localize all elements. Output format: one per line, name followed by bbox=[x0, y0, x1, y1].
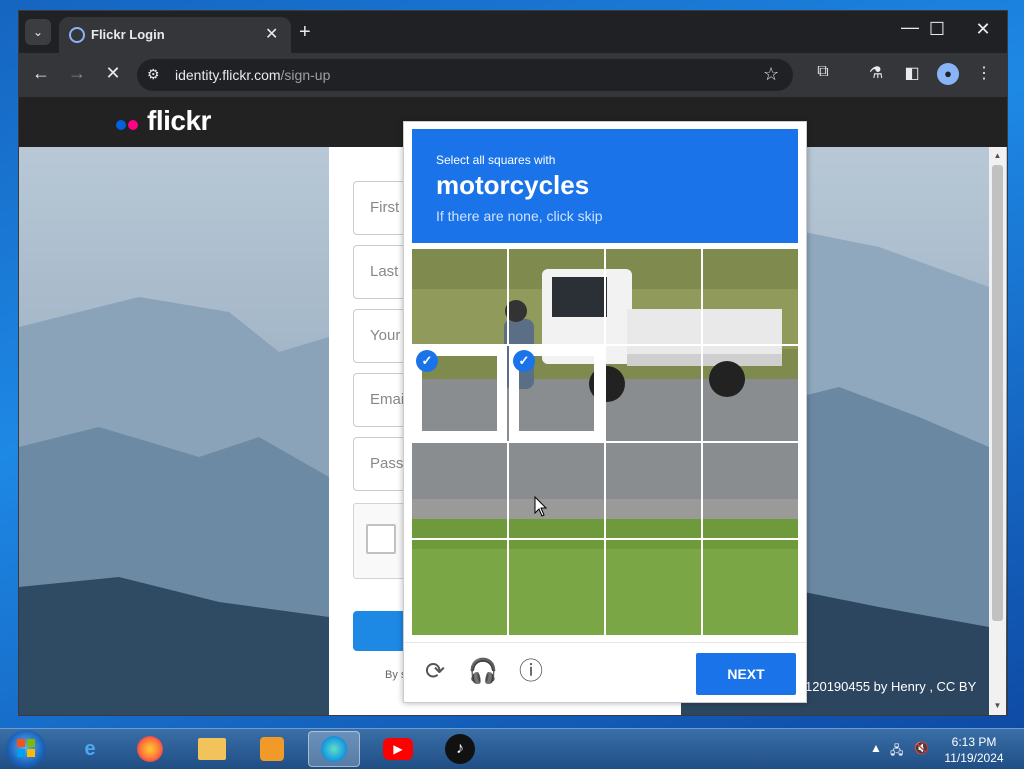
volume-muted-icon[interactable]: 🔇 bbox=[914, 741, 929, 755]
selected-check-icon: ✓ bbox=[513, 350, 535, 372]
captcha-tile[interactable] bbox=[509, 249, 604, 344]
address-bar[interactable]: ⚙ identity.flickr.com/sign-up ☆ bbox=[137, 59, 793, 91]
media-player-icon[interactable] bbox=[246, 731, 298, 767]
url-text[interactable]: identity.flickr.com/sign-up bbox=[175, 67, 330, 83]
minimize-icon[interactable]: — bbox=[895, 17, 925, 38]
system-clock[interactable]: 6:13 PM 11/19/2024 bbox=[940, 734, 1008, 766]
tab-title: Flickr Login bbox=[91, 27, 165, 42]
captcha-tile[interactable] bbox=[606, 540, 701, 635]
scrollbar-thumb[interactable] bbox=[992, 165, 1003, 621]
side-panel-icon[interactable]: ◧ bbox=[901, 63, 923, 83]
show-hidden-icons[interactable]: ▲ bbox=[870, 741, 882, 755]
last-name-placeholder: Last bbox=[370, 263, 399, 280]
clock-date: 11/19/2024 bbox=[944, 751, 1004, 765]
captcha-tile[interactable] bbox=[703, 443, 798, 538]
captcha-tile[interactable] bbox=[606, 346, 701, 441]
recaptcha-checkbox[interactable] bbox=[366, 524, 396, 554]
info-icon[interactable]: ⓘ bbox=[516, 657, 546, 687]
captcha-tile[interactable] bbox=[703, 249, 798, 344]
email-placeholder: Email bbox=[370, 391, 408, 408]
audio-headphones-icon[interactable]: 🎧 bbox=[468, 657, 498, 687]
captcha-tile[interactable] bbox=[606, 249, 701, 344]
stop-loading-icon[interactable]: ✕ bbox=[101, 63, 125, 84]
captcha-tile[interactable] bbox=[509, 540, 604, 635]
captcha-header: Select all squares with motorcycles If t… bbox=[412, 129, 798, 243]
pink-dot-icon bbox=[128, 120, 138, 130]
captcha-tile[interactable] bbox=[703, 540, 798, 635]
start-button[interactable] bbox=[6, 730, 46, 768]
captcha-hint: If there are none, click skip bbox=[436, 208, 603, 224]
captcha-footer: ⟳ 🎧 ⓘ NEXT bbox=[404, 642, 806, 703]
captcha-instruction: Select all squares with bbox=[436, 153, 556, 167]
scroll-down-icon[interactable]: ▼ bbox=[989, 701, 1006, 710]
tab-close-icon[interactable]: ✕ bbox=[265, 24, 278, 44]
tab-flickr-login[interactable]: Flickr Login ✕ bbox=[59, 17, 291, 53]
windows-logo-icon bbox=[17, 739, 35, 757]
loading-favicon-icon bbox=[69, 27, 85, 43]
captcha-tile[interactable] bbox=[606, 443, 701, 538]
back-arrow-icon[interactable]: ← bbox=[29, 63, 53, 84]
selected-check-icon: ✓ bbox=[416, 350, 438, 372]
next-button[interactable]: NEXT bbox=[696, 653, 796, 695]
forward-arrow-icon[interactable]: → bbox=[65, 63, 89, 84]
captcha-image-grid: ✓ ✓ bbox=[412, 249, 798, 635]
page-scrollbar[interactable]: ▲ ▼ bbox=[989, 147, 1006, 715]
first-name-placeholder: First bbox=[370, 199, 400, 216]
captcha-tile[interactable]: ✓ bbox=[509, 346, 604, 441]
tab-search-button[interactable]: ⌄ bbox=[25, 19, 51, 45]
tab-strip: ⌄ Flickr Login ✕ + — ☐ ✕ bbox=[19, 11, 1007, 53]
flickr-logo-dots bbox=[116, 117, 140, 135]
captcha-tile[interactable] bbox=[412, 443, 507, 538]
captcha-tile[interactable] bbox=[509, 443, 604, 538]
captcha-tile[interactable] bbox=[703, 346, 798, 441]
age-placeholder: Your bbox=[370, 327, 401, 344]
scroll-up-icon[interactable]: ▲ bbox=[989, 151, 1006, 160]
maximize-icon[interactable]: ☐ bbox=[922, 19, 952, 40]
windows-taskbar: e ▶ ♪ ▲ 🖧 🔇 6:13 PM 11/19/2024 bbox=[0, 728, 1024, 769]
captcha-tile[interactable] bbox=[412, 540, 507, 635]
close-window-icon[interactable]: ✕ bbox=[968, 19, 998, 40]
url-host: identity.flickr.com bbox=[175, 67, 281, 83]
file-explorer-icon[interactable] bbox=[186, 731, 238, 767]
extensions-icon[interactable]: ⧉ bbox=[812, 63, 834, 81]
internet-explorer-icon[interactable]: e bbox=[64, 731, 116, 767]
menu-kebab-icon[interactable]: ⋮ bbox=[973, 63, 995, 83]
edge-browser-icon[interactable] bbox=[308, 731, 360, 767]
captcha-target: motorcycles bbox=[436, 170, 590, 200]
reload-icon[interactable]: ⟳ bbox=[420, 657, 450, 687]
bookmark-star-icon[interactable]: ☆ bbox=[763, 64, 779, 85]
blue-dot-icon bbox=[116, 120, 126, 130]
captcha-challenge: Select all squares with motorcycles If t… bbox=[403, 121, 807, 703]
flickr-logo[interactable]: flickr bbox=[147, 105, 211, 137]
captcha-tile[interactable]: ✓ bbox=[412, 346, 507, 441]
photo-credit[interactable]: 120190455 by Henry , CC BY bbox=[805, 679, 976, 694]
site-settings-icon[interactable]: ⚙ bbox=[147, 66, 160, 83]
new-tab-button[interactable]: + bbox=[299, 21, 311, 44]
labs-flask-icon[interactable]: ⚗ bbox=[865, 63, 887, 83]
network-icon[interactable]: 🖧 bbox=[890, 741, 903, 762]
captcha-tile[interactable] bbox=[412, 249, 507, 344]
tiktok-icon[interactable]: ♪ bbox=[434, 731, 486, 767]
youtube-icon[interactable]: ▶ bbox=[372, 731, 424, 767]
mouse-cursor-icon bbox=[534, 496, 548, 517]
clock-time: 6:13 PM bbox=[951, 735, 997, 749]
browser-toolbar: ← → ✕ ⚙ identity.flickr.com/sign-up ☆ ⧉ … bbox=[19, 53, 1007, 97]
profile-avatar-icon[interactable]: ● bbox=[937, 63, 959, 85]
url-path: /sign-up bbox=[280, 67, 331, 83]
firefox-icon[interactable] bbox=[124, 731, 176, 767]
